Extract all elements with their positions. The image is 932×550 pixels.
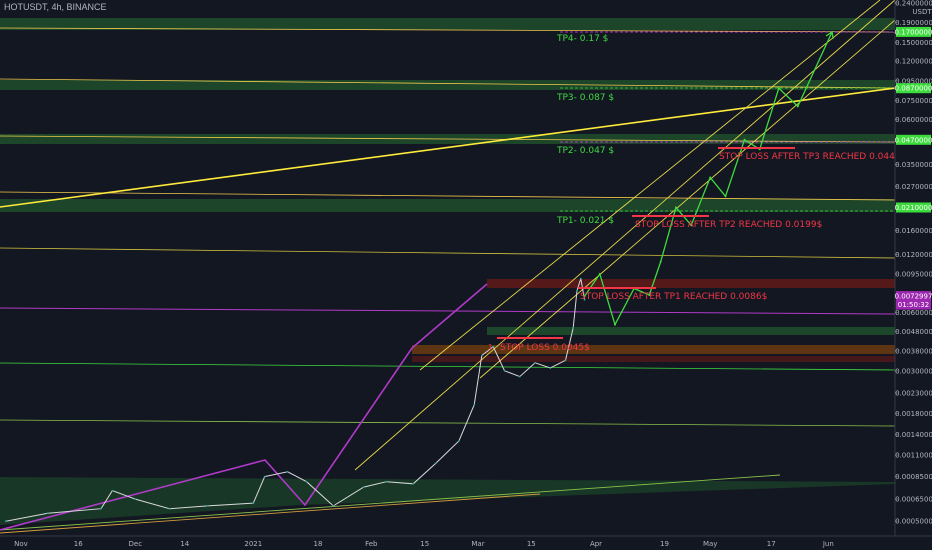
- price-badge-label: 0.0210000: [895, 204, 932, 212]
- projection-point: [659, 260, 662, 263]
- sl3-label: STOP LOSS AFTER TP3 REACHED 0.044$: [719, 152, 901, 162]
- price-tick-label: 0.0018000: [895, 410, 932, 418]
- price-point: [252, 502, 255, 504]
- price-tick-label: 0.0023000: [895, 390, 932, 398]
- price-tick-label: 0.2400000: [895, 0, 932, 8]
- time-tick-label: Nov: [14, 540, 28, 548]
- sl1-label: STOP LOSS AFTER TP1 REACHED 0.0086$: [580, 292, 767, 302]
- sl0-prefix: 1: [488, 343, 492, 351]
- price-badge-label: 0.0870000: [895, 85, 932, 93]
- price-tick-label: 0.0600000: [895, 116, 932, 124]
- projection-point: [777, 87, 780, 90]
- price-axis-unit: USDT: [912, 8, 932, 16]
- time-tick-label: Dec: [129, 540, 143, 548]
- price-tick-label: 0.0014000: [895, 431, 932, 439]
- price-point: [458, 440, 460, 442]
- price-point: [473, 403, 476, 406]
- time-tick-label: Apr: [590, 540, 602, 548]
- price-point: [480, 354, 483, 357]
- time-tick-label: 15: [527, 540, 536, 548]
- price-point: [305, 480, 308, 483]
- tp1-label: TP1- 0.021 $: [556, 216, 614, 226]
- projection-point: [724, 195, 727, 198]
- time-tick-label: 14: [180, 540, 189, 548]
- price-tick-label: 0.0095000: [895, 271, 932, 279]
- projection-point: [796, 105, 799, 108]
- time-tick-label: May: [703, 540, 717, 548]
- price-point: [503, 369, 506, 372]
- price-tick-label: 0.0011000: [895, 452, 932, 460]
- price-point: [518, 375, 521, 378]
- sell-zone: [487, 279, 895, 288]
- price-point: [579, 277, 582, 280]
- projection-point: [743, 138, 746, 141]
- price-point: [564, 359, 567, 362]
- projection-point: [598, 273, 601, 275]
- price-point: [435, 462, 437, 464]
- time-tick-label: Feb: [365, 540, 378, 548]
- price-tick-label: 0.0008500: [895, 473, 932, 481]
- tp2-label: TP2- 0.047 $: [556, 146, 614, 156]
- time-tick-label: 2021: [244, 540, 262, 548]
- price-tick-label: 0.1500000: [895, 39, 932, 47]
- price-tick-label: 0.0048000: [895, 328, 932, 336]
- price-point: [534, 361, 536, 364]
- price-badge-label: 0.0470000: [895, 136, 932, 144]
- price-tick-label: 0.0060000: [895, 309, 932, 317]
- price-badge-label: 0.1700000: [895, 28, 932, 36]
- price-axis[interactable]: USDT 0.2400000 0.1900000 0.1500000 0.120000…: [894, 0, 932, 550]
- time-tick-label: 15: [420, 540, 429, 548]
- price-tick-label: 0.0038000: [895, 347, 932, 355]
- tp3-label: TP3- 0.087 $: [556, 93, 614, 103]
- sl0-label: STOP LOSS 0.0045$: [500, 343, 590, 353]
- price-point: [576, 289, 578, 292]
- price-badge-label: 0.0072997: [895, 293, 932, 301]
- price-tick-label: 0.1900000: [895, 19, 932, 27]
- price-point: [286, 470, 289, 473]
- price-point: [492, 345, 495, 348]
- price-tick-label: 0.0350000: [895, 161, 932, 169]
- price-badge-label: 01:50:32: [898, 301, 929, 309]
- time-tick-label: 16: [74, 540, 83, 548]
- price-tick-label: 0.0160000: [895, 227, 932, 235]
- projection-point: [709, 176, 712, 179]
- tp3-zone: [0, 80, 895, 90]
- time-tick-label: Mar: [471, 540, 484, 548]
- price-point: [134, 498, 137, 500]
- price-point: [111, 489, 114, 492]
- price-point: [46, 512, 49, 515]
- symbol-title[interactable]: HOTUSDT, 4h, BINANCE: [4, 2, 107, 12]
- support-zone-green: [487, 327, 895, 335]
- price-point: [168, 507, 171, 510]
- price-tick-label: 0.0030000: [895, 367, 932, 375]
- price-point: [206, 505, 209, 507]
- price-point: [412, 482, 415, 485]
- tp1-zone: [0, 199, 895, 212]
- price-tick-label: 0.0270000: [895, 183, 932, 191]
- time-tick-label: Jun: [822, 540, 834, 548]
- price-tick-label: 0.0005000: [895, 518, 932, 526]
- price-point: [332, 505, 335, 507]
- time-tick-label: 19: [660, 540, 669, 548]
- sl2-label: STOP LOSS AFTER TP2 REACHED 0.0199$: [635, 220, 822, 230]
- price-tick-label: 0.1200000: [895, 58, 932, 66]
- time-tick-label: 17: [767, 540, 776, 548]
- tp4-label: TP4- 0.17 $: [556, 34, 608, 44]
- price-point: [549, 367, 552, 369]
- price-point: [362, 486, 365, 488]
- projection-point: [614, 323, 616, 326]
- price-point: [4, 520, 7, 523]
- price-point: [385, 480, 388, 483]
- price-point: [572, 327, 575, 329]
- price-tick-label: 0.0120000: [895, 251, 932, 259]
- price-tick-label: 0.0750000: [895, 97, 932, 105]
- projection-point: [675, 206, 677, 209]
- stop-zone-orange: [412, 345, 895, 354]
- price-tick-label: 0.0006500: [895, 496, 932, 504]
- time-tick-label: 18: [314, 540, 323, 548]
- price-point: [263, 475, 266, 478]
- price-chart[interactable]: TP4- 0.17 $ TP3- 0.087 $ TP2- 0.047 $ TP…: [0, 0, 932, 550]
- price-point: [100, 507, 102, 510]
